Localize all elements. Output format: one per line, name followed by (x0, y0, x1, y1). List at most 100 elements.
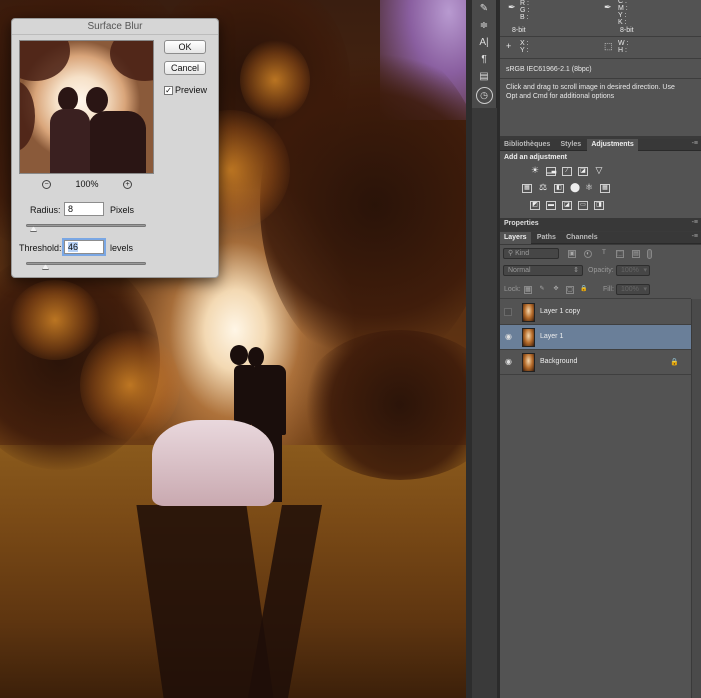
preview-foliage (20, 41, 70, 81)
tab-channels[interactable]: Channels (562, 232, 602, 244)
rgb-r-label: R : (520, 0, 529, 7)
color-balance-icon[interactable]: ⚖ (538, 183, 548, 193)
tab-adjustments[interactable]: Adjustments (587, 139, 638, 151)
layer-thumbnail (522, 303, 535, 322)
lock-icon: 🔒 (670, 359, 679, 366)
gradient-map-icon[interactable]: ▭ (578, 201, 588, 210)
panel-menu-icon[interactable]: -≡ (692, 219, 698, 226)
fill-field[interactable]: 100% ▾ (616, 284, 650, 295)
pixel-filter-icon[interactable]: ▣ (568, 250, 576, 258)
eyedropper-icon-2: ✒ (604, 2, 612, 12)
cmyk-k-label: K : (618, 19, 627, 26)
rgb-b-label: B : (520, 14, 529, 21)
adjustment-filter-icon[interactable]: ◐ (584, 250, 592, 258)
radius-unit: Pixels (110, 205, 135, 215)
brush-tool-icon[interactable]: ✎ (472, 0, 496, 17)
opacity-label: Opacity: (588, 267, 614, 274)
eye-icon[interactable]: ◉ (504, 332, 513, 341)
foliage (10, 280, 100, 360)
photo-filter-icon[interactable]: ⬤ (570, 183, 580, 193)
tab-paths[interactable]: Paths (533, 232, 560, 244)
clock-icon[interactable]: ◷ (475, 87, 493, 104)
smart-object-filter-icon[interactable]: ▤ (632, 250, 640, 258)
lock-artboard-icon[interactable]: ▢ (566, 286, 574, 294)
paragraph-icon[interactable]: ¶ (472, 51, 496, 68)
brightness-icon[interactable]: ☀ (530, 166, 540, 176)
layer-row[interactable]: Layer 1 copy (500, 300, 691, 325)
filter-toggle-icon[interactable] (647, 249, 652, 259)
layer-row[interactable]: ◉ Background 🔒 (500, 350, 691, 375)
opacity-field[interactable]: 100% ▾ (616, 265, 650, 276)
layers-scrollbar[interactable] (691, 299, 701, 698)
layer-name[interactable]: Layer 1 copy (540, 308, 580, 315)
panel-menu-icon[interactable]: -≡ (692, 140, 698, 147)
preview-bride-body (50, 109, 90, 173)
threshold-field[interactable]: 46 (64, 240, 104, 254)
adjustments-panel: Add an adjustment ☀ ▁▃ ∕ ◪ ▽ ▦ ⚖ ◧ ⬤ ⚛ ▦… (500, 151, 701, 218)
layers-tabbar: Layers Paths Channels -≡ (500, 232, 701, 244)
layer-filter-kind[interactable]: ⚲ Kind (503, 248, 559, 259)
properties-panel-header: Properties -≡ (500, 218, 701, 231)
zoom-level: 100% (75, 179, 99, 189)
foliage (80, 330, 180, 440)
cancel-button[interactable]: Cancel (164, 61, 206, 75)
threshold-adj-icon[interactable]: ◪ (562, 201, 572, 210)
color-lookup-icon[interactable]: ▦ (600, 184, 610, 193)
chevron-updown-icon: ⇕ (573, 267, 579, 274)
zoom-out-icon[interactable]: − (42, 179, 51, 189)
adjustments-title: Add an adjustment (504, 154, 568, 161)
x-label: X : (520, 40, 529, 47)
channel-mixer-icon[interactable]: ⚛ (584, 183, 594, 193)
selective-color-icon[interactable]: ◨ (594, 201, 604, 210)
preview-label: Preview (175, 85, 208, 95)
tab-layers[interactable]: Layers (500, 232, 531, 244)
layer-row[interactable]: ◉ Layer 1 (500, 325, 691, 350)
exposure-icon[interactable]: ◪ (578, 167, 588, 176)
curves-icon[interactable]: ∕ (562, 167, 572, 176)
radius-label: Radius: (30, 205, 61, 215)
filter-preview[interactable] (19, 40, 154, 174)
tab-libraries[interactable]: Bibliothèques (500, 139, 554, 151)
history-icon[interactable]: ▤ (472, 68, 496, 85)
sliders-icon[interactable]: ≑ (472, 17, 496, 34)
tab-styles[interactable]: Styles (557, 139, 586, 151)
panel-menu-icon[interactable]: -≡ (692, 233, 698, 240)
blend-mode-select[interactable]: Normal ⇕ (503, 265, 583, 276)
lock-all-icon[interactable]: 🔒 (580, 286, 588, 294)
preview-checkbox-row[interactable]: ✓ Preview (164, 85, 207, 95)
posterize-icon[interactable]: ▬ (546, 201, 556, 210)
preview-checkbox[interactable]: ✓ (164, 85, 173, 95)
chevron-down-icon: ▾ (643, 286, 647, 293)
vibrance-icon[interactable]: ▽ (594, 166, 604, 176)
fill-label: Fill: (603, 286, 614, 293)
lock-position-icon[interactable]: ✥ (552, 286, 560, 294)
radius-slider-track[interactable] (26, 224, 146, 227)
shape-filter-icon[interactable]: ⬚ (616, 250, 624, 258)
info-divider (500, 36, 701, 37)
hue-saturation-icon[interactable]: ▦ (522, 184, 532, 193)
properties-title[interactable]: Properties (504, 220, 539, 227)
ok-button[interactable]: OK (164, 40, 206, 54)
character-icon[interactable]: A| (472, 34, 496, 51)
preview-groom-body (88, 111, 146, 173)
invert-icon[interactable]: ◩ (530, 201, 540, 210)
eye-icon[interactable]: ◉ (504, 357, 513, 366)
zoom-controls: − 100% + (42, 179, 132, 189)
layer-name[interactable]: Background (540, 358, 577, 365)
threshold-slider-track[interactable] (26, 262, 146, 265)
levels-icon[interactable]: ▁▃ (546, 167, 556, 176)
lock-transparent-icon[interactable]: ▦ (524, 286, 532, 294)
dialog-title: Surface Blur (12, 19, 218, 35)
layer-name[interactable]: Layer 1 (540, 333, 563, 340)
tool-hint-line2: Opt and Cmd for additional options (506, 93, 615, 100)
type-filter-icon[interactable]: T (600, 250, 608, 258)
radius-field[interactable]: 8 (64, 202, 104, 216)
preview-foliage (110, 41, 153, 81)
zoom-in-icon[interactable]: + (123, 179, 132, 189)
visibility-toggle[interactable] (504, 308, 512, 316)
tool-hint-line1: Click and drag to scroll image in desire… (506, 84, 675, 91)
preview-groom-head (86, 87, 108, 113)
black-white-icon[interactable]: ◧ (554, 184, 564, 193)
lock-pixels-icon[interactable]: ✎ (538, 286, 546, 294)
cmyk-y-label: Y : (618, 12, 627, 19)
